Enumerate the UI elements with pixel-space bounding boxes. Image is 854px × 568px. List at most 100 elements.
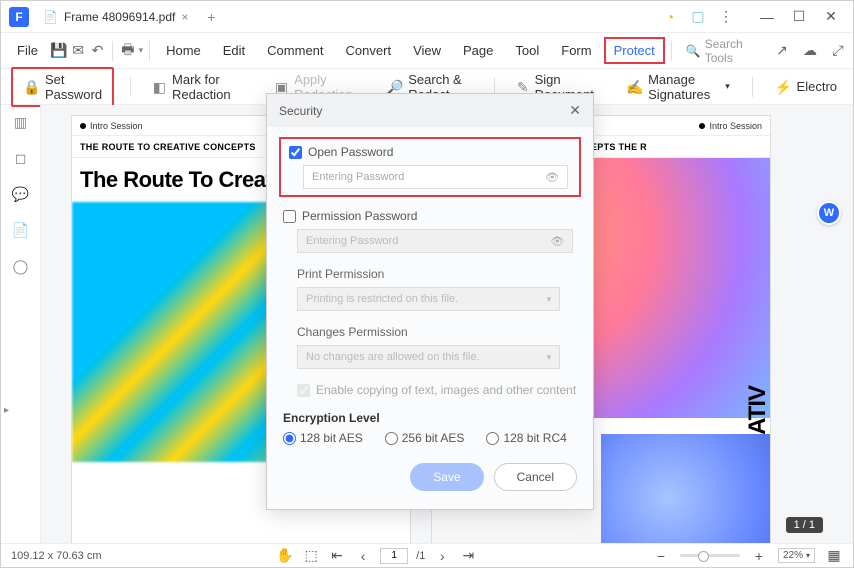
zoom-dropdown[interactable]: 22% ▾ [778,548,815,563]
save-icon[interactable]: 💾 [50,42,67,60]
bookmark-icon[interactable]: ◻ [12,149,30,167]
page-dimensions: 109.12 x 70.63 cm [11,550,102,562]
menu-protect[interactable]: Protect [604,37,665,64]
tab-title: Frame 48096914.pdf [64,10,175,24]
hand-tool-icon[interactable]: ✋ [276,547,294,565]
menubar: File 💾 ✉ ↶ 🖶 ▾ Home Edit Comment Convert… [1,33,853,69]
open-password-label: Open Password [308,145,393,159]
maximize-icon[interactable]: ☐ [785,8,813,26]
first-page-icon[interactable]: ⇤ [328,547,346,565]
next-page-icon[interactable]: › [433,547,451,565]
expand-icon[interactable]: ⤢ [829,42,847,60]
page-indicator: 1 / 1 [786,517,823,533]
tab-file-icon: 📄 [43,10,58,24]
changes-permission-select: No changes are allowed on this file. ▾ [297,345,560,369]
app-icon: F [9,7,29,27]
eye-icon[interactable]: 👁 [545,171,559,184]
last-page-icon[interactable]: ⇥ [459,547,477,565]
menu-view[interactable]: View [403,37,451,64]
open-password-checkbox[interactable] [289,146,302,159]
enc-128rc4-label: 128 bit RC4 [503,431,566,445]
security-dialog: Security ✕ Open Password Entering Passwo… [266,93,594,510]
page-header-label: Intro Session [90,121,143,131]
share-icon[interactable]: ↗ [773,42,791,60]
permission-password-input: Entering Password 👁 [297,229,573,253]
undo-icon[interactable]: ↶ [89,42,106,60]
menu-comment[interactable]: Comment [257,37,333,64]
add-tab-button[interactable]: + [202,8,220,26]
zoom-in-icon[interactable]: + [750,547,768,565]
zoom-slider[interactable] [680,554,740,557]
menu-convert[interactable]: Convert [336,37,402,64]
rail-expander[interactable]: ▸ [4,405,9,416]
mail-icon[interactable]: ✉ [69,42,86,60]
menu-home[interactable]: Home [156,37,211,64]
enable-copy-label: Enable copying of text, images and other… [316,383,576,397]
search-tools[interactable]: 🔍 Search Tools [686,37,771,65]
menu-page[interactable]: Page [453,37,503,64]
decor-icon-1[interactable]: ◔ [661,8,679,26]
changes-permission-label: Changes Permission [297,325,577,339]
mark-redaction-button[interactable]: ◧ Mark for Redaction [147,68,253,106]
chevron-down-icon: ▾ [547,294,552,305]
mark-redaction-label: Mark for Redaction [172,72,247,102]
tab-close-icon[interactable]: × [181,10,188,24]
fit-page-icon[interactable]: ▦ [825,547,843,565]
electro-icon: ⚡ [775,79,791,95]
menu-edit[interactable]: Edit [213,37,255,64]
enc-256aes-option[interactable]: 256 bit AES [385,431,465,445]
manage-signatures-label: Manage Signatures [648,72,719,102]
set-password-button[interactable]: 🔒 Set Password [11,67,114,107]
set-password-label: Set Password [45,72,102,102]
minimize-icon[interactable]: — [753,8,781,26]
enc-128rc4-radio[interactable] [486,432,499,445]
permission-password-placeholder: Entering Password [306,235,398,247]
redact-icon: ◧ [153,79,166,95]
encryption-level-label: Encryption Level [283,411,577,425]
word-badge[interactable]: W [817,201,841,225]
cloud-icon[interactable]: ☁ [801,42,819,60]
decor-icon-2[interactable]: ▢ [689,8,707,26]
zoom-out-icon[interactable]: − [652,547,670,565]
close-window-icon[interactable]: ✕ [817,8,845,26]
print-icon[interactable]: 🖶 [119,42,136,60]
page-number-input[interactable] [380,548,408,564]
search-placeholder: Search Tools [705,37,771,65]
chevron-down-icon-2: ▾ [547,352,552,363]
dialog-close-icon[interactable]: ✕ [569,102,581,119]
thumbnails-icon[interactable]: ▥ [12,113,30,131]
print-permission-value: Printing is restricted on this file. [306,293,458,305]
open-password-input[interactable]: Entering Password 👁 [303,165,568,189]
enc-128aes-radio[interactable] [283,432,296,445]
save-button[interactable]: Save [410,463,483,491]
menu-form[interactable]: Form [551,37,601,64]
prev-page-icon[interactable]: ‹ [354,547,372,565]
enc-256aes-radio[interactable] [385,432,398,445]
menu-tool[interactable]: Tool [505,37,549,64]
file-menu[interactable]: File [7,37,48,64]
statusbar: 109.12 x 70.63 cm ✋ ⬚ ⇤ ‹ /1 › ⇥ − + 22%… [1,543,853,567]
zoom-value: 22% [783,550,803,561]
document-tab[interactable]: 📄 Frame 48096914.pdf × [35,6,196,28]
lock-icon: 🔒 [23,79,39,95]
select-tool-icon[interactable]: ⬚ [302,547,320,565]
changes-permission-value: No changes are allowed on this file. [306,351,480,363]
electro-label: Electro [797,79,837,94]
electro-button[interactable]: ⚡ Electro [769,75,843,99]
permission-password-label: Permission Password [302,209,417,223]
print-permission-label: Print Permission [297,267,577,281]
open-password-placeholder: Entering Password [312,171,404,183]
kebab-menu-icon[interactable]: ⋮ [717,8,735,26]
search-panel-icon[interactable]: ◯ [12,257,30,275]
enc-128rc4-option[interactable]: 128 bit RC4 [486,431,566,445]
attachment-icon[interactable]: 📄 [12,221,30,239]
dialog-title: Security [279,104,322,118]
comment-icon[interactable]: 💬 [12,185,30,203]
enc-128aes-label: 128 bit AES [300,431,363,445]
cancel-button[interactable]: Cancel [494,463,577,491]
manage-sig-icon: ✍ [626,79,642,95]
permission-password-checkbox[interactable] [283,210,296,223]
enc-128aes-option[interactable]: 128 bit AES [283,431,363,445]
manage-signatures-button[interactable]: ✍ Manage Signatures ▾ [620,68,736,106]
left-rail: ▥ ◻ 💬 📄 ◯ [1,105,41,543]
